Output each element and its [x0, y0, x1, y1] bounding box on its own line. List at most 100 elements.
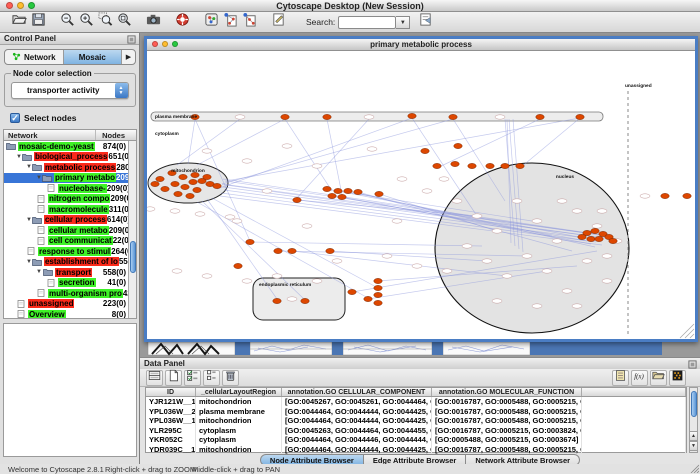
table-cell[interactable]: [GO:0045267, GO:0045261, GO:0044464, G..… — [282, 397, 432, 407]
column-header-cellularlayoutregion[interactable]: _cellularLayoutRegion — [196, 388, 282, 396]
float-panel-icon[interactable] — [688, 360, 697, 369]
tree-row-nucleobase[interactable]: nucleobase-209(0) — [4, 183, 136, 194]
tree-column-network[interactable]: Network — [4, 130, 95, 140]
graph-node[interactable] — [344, 188, 352, 193]
layout-tool-button[interactable] — [269, 13, 288, 31]
table-cell[interactable]: [GO:0005488, GO:0005215, GO:0003674] — [432, 435, 582, 445]
zoom-in-button[interactable] — [77, 13, 96, 31]
tree-row-nitrogen-compo[interactable]: nitrogen compo209(0) — [4, 194, 136, 205]
function-builder-button[interactable]: f(x) — [631, 370, 648, 386]
table-cell[interactable]: [GO:0044464, GO:0044446, GO:0044444, G..… — [282, 435, 432, 445]
graph-node[interactable] — [326, 248, 334, 253]
column-header-id[interactable]: ID — [146, 388, 196, 396]
graph-node[interactable] — [334, 188, 342, 193]
search-input[interactable] — [338, 16, 396, 29]
import-attributes-button[interactable] — [650, 370, 667, 386]
graph-node[interactable] — [323, 114, 331, 119]
graph-node[interactable] — [374, 278, 382, 283]
graph-node[interactable] — [374, 292, 382, 297]
graph-node[interactable] — [408, 113, 416, 118]
graph-node[interactable] — [661, 193, 669, 198]
graph-node[interactable] — [156, 176, 164, 181]
split-view-button[interactable] — [146, 370, 163, 386]
help-lifering-button[interactable] — [173, 13, 192, 31]
tree-row-establishment-of-lo[interactable]: ▼establishment of lo558(0) — [4, 257, 136, 268]
graph-node[interactable] — [179, 174, 187, 179]
table-cell[interactable]: YLR295C — [146, 426, 196, 436]
tree-row-transport[interactable]: ▼transport558(0) — [4, 267, 136, 278]
table-cell[interactable]: mitochondrion — [196, 416, 282, 426]
table-cell[interactable]: YJR121W__1 — [146, 397, 196, 407]
graph-node[interactable] — [421, 148, 429, 153]
scroll-down-button[interactable]: ▼ — [689, 441, 698, 451]
tree-column-nodes[interactable]: Nodes — [95, 130, 136, 140]
graph-node[interactable] — [609, 238, 617, 243]
table-cell[interactable]: YDR039C__1 — [146, 445, 196, 455]
graph-node[interactable] — [587, 236, 595, 241]
column-header-annotation-go-cellular-component[interactable]: annotation.GO CELLULAR_COMPONENT — [282, 388, 432, 396]
table-cell[interactable] — [582, 407, 686, 417]
table-cell[interactable]: [GO:0016787, GO:0005488, GO:0005215, G..… — [432, 416, 582, 426]
graph-node[interactable] — [213, 183, 221, 188]
tab-mosaic[interactable]: Mosaic — [64, 50, 123, 64]
table-cell[interactable]: [GO:0016787, GO:0005488, GO:0005215, G..… — [432, 445, 582, 455]
graph-node[interactable] — [468, 163, 476, 168]
column-header-spacer[interactable] — [582, 388, 686, 396]
float-panel-icon[interactable] — [127, 35, 136, 44]
graph-node[interactable] — [293, 197, 301, 202]
graph-node[interactable] — [374, 285, 382, 290]
window-resize-grip[interactable] — [685, 329, 694, 338]
advanced-search-button[interactable] — [416, 13, 435, 31]
graph-node[interactable] — [274, 248, 282, 253]
table-row-ydr039c-1[interactable]: YDR039C__1mitochondrion[GO:0044464, GO:0… — [146, 445, 686, 455]
annotation-tools-button[interactable] — [240, 13, 259, 31]
graph-node[interactable] — [161, 186, 169, 191]
tree-row-unassigned[interactable]: unassigned223(0) — [4, 299, 136, 310]
graph-node[interactable] — [451, 161, 459, 166]
graph-node[interactable] — [181, 184, 189, 189]
graph-node[interactable] — [301, 298, 309, 303]
graph-node[interactable] — [234, 263, 242, 268]
graph-node[interactable] — [595, 236, 603, 241]
graph-node[interactable] — [433, 163, 441, 168]
expand-arrow-icon[interactable]: ▼ — [36, 267, 43, 277]
graph-node[interactable] — [246, 239, 254, 244]
tree-row-biological-process[interactable]: ▼biological_process651(0) — [4, 152, 136, 163]
graph-node[interactable] — [374, 300, 382, 305]
table-row-ylr295c[interactable]: YLR295Ccytoplasm[GO:0045263, GO:0044464,… — [146, 426, 686, 436]
table-cell[interactable]: plasma membrane — [196, 407, 282, 417]
graph-node[interactable] — [364, 296, 372, 301]
graph-node[interactable] — [449, 114, 457, 119]
table-cell[interactable]: [GO:0044464, GO:0044444, GO:0044425, G..… — [282, 416, 432, 426]
tab-network[interactable]: Network — [5, 50, 64, 64]
graph-node[interactable] — [174, 191, 182, 196]
network-canvas[interactable]: plasma membranecytoplasmmitochondrionnuc… — [147, 51, 695, 339]
graph-node[interactable] — [281, 114, 289, 119]
tree-row-response-to-stimul[interactable]: response to stimul264(0) — [4, 246, 136, 257]
tree-row-secretion[interactable]: secretion41(0) — [4, 278, 136, 289]
graph-node[interactable] — [591, 228, 599, 233]
table-cell[interactable]: YPL036W__1 — [146, 416, 196, 426]
graph-node[interactable] — [338, 194, 346, 199]
table-cell[interactable]: cytoplasm — [196, 426, 282, 436]
table-cell[interactable]: mitochondrion — [196, 445, 282, 455]
table-cell[interactable]: cytoplasm — [196, 435, 282, 445]
node-color-dropdown[interactable]: transporter activity ▲▼ — [11, 82, 129, 99]
table-cell[interactable] — [582, 445, 686, 455]
zoom-fit-button[interactable] — [115, 13, 134, 31]
graph-node[interactable] — [186, 193, 194, 198]
tab-overflow-button[interactable]: ▶ — [122, 50, 135, 64]
graph-node[interactable] — [203, 174, 211, 179]
new-attribute-button[interactable] — [165, 370, 182, 386]
table-cell[interactable]: [GO:0044464, GO:0044444, GO:0044425, G..… — [282, 407, 432, 417]
table-cell[interactable] — [582, 426, 686, 436]
network-window-titlebar[interactable]: primary metabolic process — [147, 39, 695, 51]
tree-scrollbar-thumb[interactable] — [130, 241, 136, 273]
graph-node[interactable] — [486, 163, 494, 168]
graph-node[interactable] — [576, 114, 584, 119]
notes-button[interactable] — [612, 370, 629, 386]
tree-row-primary-metabo[interactable]: ▼primary metabo209(... — [4, 173, 136, 184]
vizmapper-button[interactable] — [202, 13, 221, 31]
graph-node[interactable] — [323, 186, 331, 191]
graph-node[interactable] — [516, 163, 524, 168]
